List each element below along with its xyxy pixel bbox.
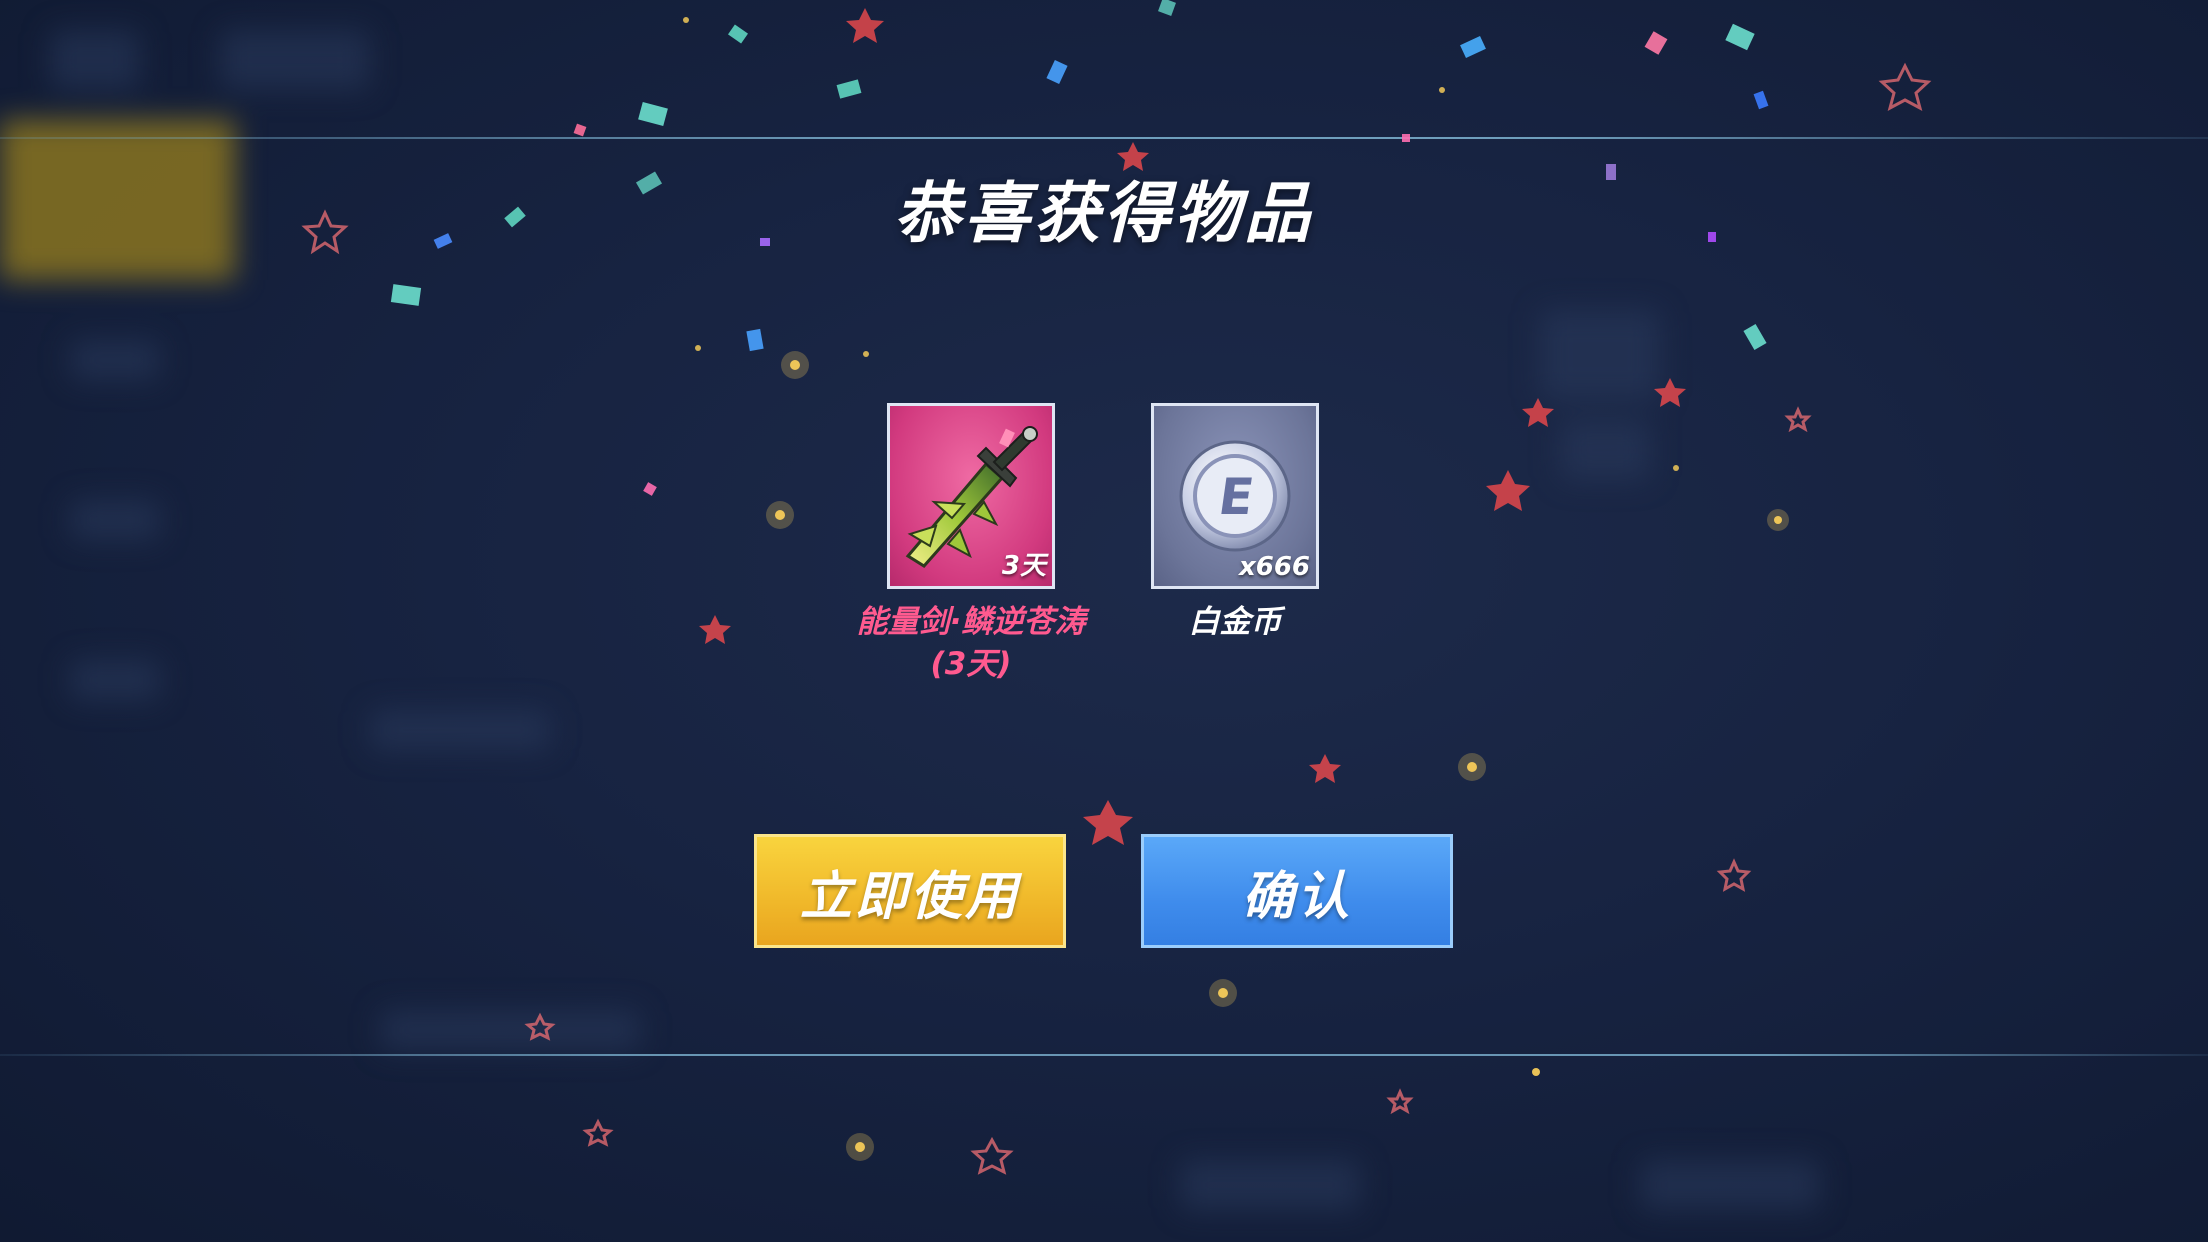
reward-item-card[interactable]: 3天 xyxy=(887,403,1055,589)
reward-item-platinum-coin[interactable]: E x666 白金币 xyxy=(1151,403,1319,643)
reward-item-name-main: 能量剑·鳞逆苍涛 xyxy=(856,604,1086,640)
background-block xyxy=(70,340,160,380)
background-block xyxy=(50,30,140,90)
background-block xyxy=(370,710,550,750)
reward-item-card[interactable]: E x666 xyxy=(1151,403,1319,589)
background-block xyxy=(1640,1160,1820,1210)
quantity-badge: x666 xyxy=(1238,552,1310,582)
reward-item-name: 白金币 xyxy=(1188,604,1282,640)
reward-item-energy-sword[interactable]: 3天 能量剑·鳞逆苍涛 (3天) xyxy=(857,403,1085,685)
bottom-divider-line xyxy=(0,1054,2208,1056)
background-block xyxy=(1560,420,1650,480)
reward-item-name-suffix: (3天) xyxy=(930,646,1012,682)
duration-badge: 3天 xyxy=(1001,551,1046,581)
dialog-title: 恭喜获得物品 xyxy=(894,175,1314,252)
background-block xyxy=(70,500,160,540)
use-now-button[interactable]: 立即使用 xyxy=(754,834,1066,948)
background-block xyxy=(1540,310,1660,400)
background-block xyxy=(1180,1160,1360,1210)
reward-item-name: 能量剑·鳞逆苍涛 (3天) xyxy=(821,601,1121,685)
background-block xyxy=(380,1010,640,1050)
background-block xyxy=(220,30,370,90)
confirm-button[interactable]: 确认 xyxy=(1141,834,1453,948)
top-divider-line xyxy=(0,137,2208,139)
background-block xyxy=(70,660,160,700)
